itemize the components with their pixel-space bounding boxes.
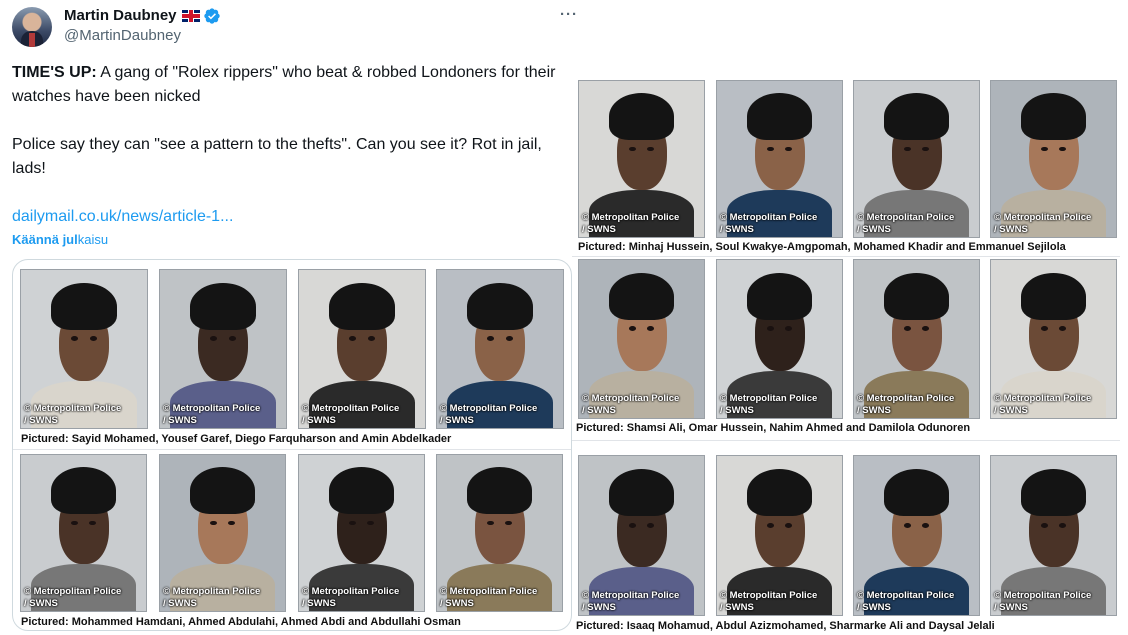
mugshot-photo[interactable]: © Metropolitan Police / SWNS [298,454,425,612]
mugshot-photo[interactable]: © Metropolitan Police / SWNS [853,259,980,419]
mugshot-photo[interactable]: © Metropolitan Police / SWNS [716,455,843,616]
caption-left-top: Pictured: Sayid Mohamed, Yousef Garef, D… [21,433,452,445]
watermark-agency: / SWNS [994,405,1028,416]
mugshot-photo[interactable]: © Metropolitan Police / SWNS [578,80,705,238]
watermark-agency: / SWNS [302,598,336,609]
watermark-source: © Metropolitan Police [302,403,400,414]
watermark-source: © Metropolitan Police [582,212,680,223]
mugshot-photo[interactable]: © Metropolitan Police / SWNS [990,259,1117,419]
mugshot-photo[interactable]: © Metropolitan Police / SWNS [853,455,980,616]
watermark-agency: / SWNS [994,224,1028,235]
watermark-source: © Metropolitan Police [720,393,818,404]
caption-left-bottom: Pictured: Mohammed Hamdani, Ahmed Abdula… [21,616,461,628]
watermark-source: © Metropolitan Police [720,212,818,223]
media-right-column[interactable]: © Metropolitan Police / SWNS © Metropolita… [572,72,1124,635]
watermark-source: © Metropolitan Police [720,590,818,601]
watermark-source: © Metropolitan Police [440,586,538,597]
watermark-agency: / SWNS [582,602,616,613]
watermark-source: © Metropolitan Police [994,212,1092,223]
watermark-source: © Metropolitan Police [440,403,538,414]
translate-post-link[interactable]: Käännä julkaisu [12,232,108,247]
mugshot-photo[interactable]: © Metropolitan Police / SWNS [990,80,1117,238]
watermark-source: © Metropolitan Police [163,403,261,414]
mugshot-photo[interactable]: © Metropolitan Police / SWNS [159,454,286,612]
uk-flag-icon [181,10,200,22]
watermark-agency: / SWNS [24,598,58,609]
mugshot-photo[interactable]: © Metropolitan Police / SWNS [298,269,426,429]
watermark-agency: / SWNS [440,415,474,426]
mugshot-photo[interactable]: © Metropolitan Police / SWNS [990,455,1117,616]
caption-right-middle: Pictured: Shamsi Ali, Omar Hussein, Nahi… [576,422,971,434]
display-name-text[interactable]: Martin Daubney [64,7,177,25]
more-options-icon[interactable]: ··· [560,6,578,23]
watermark-agency: / SWNS [582,405,616,416]
avatar[interactable] [12,7,52,47]
watermark-source: © Metropolitan Police [994,590,1092,601]
tweet-paragraph-1: TIME'S UP: A gang of "Rolex rippers" who… [12,61,572,109]
mugshot-photo[interactable]: © Metropolitan Police / SWNS [716,80,843,238]
watermark-agency: / SWNS [720,224,754,235]
watermark-source: © Metropolitan Police [857,212,955,223]
watermark-agency: / SWNS [720,405,754,416]
watermark-source: © Metropolitan Police [857,590,955,601]
caption-right-top: Pictured: Minhaj Hussein, Soul Kwakye-Am… [578,241,1066,253]
watermark-source: © Metropolitan Police [24,586,122,597]
watermark-source: © Metropolitan Police [24,403,122,414]
mugshot-photo[interactable]: © Metropolitan Police / SWNS [716,259,843,419]
watermark-agency: / SWNS [582,224,616,235]
watermark-agency: / SWNS [302,415,336,426]
watermark-source: © Metropolitan Police [994,393,1092,404]
mugshot-photo[interactable]: © Metropolitan Police / SWNS [159,269,287,429]
mugshot-photo[interactable]: © Metropolitan Police / SWNS [578,455,705,616]
watermark-source: © Metropolitan Police [163,586,261,597]
watermark-agency: / SWNS [24,415,58,426]
tweet-text: TIME'S UP: A gang of "Rolex rippers" who… [12,61,572,229]
watermark-source: © Metropolitan Police [857,393,955,404]
watermark-source: © Metropolitan Police [582,590,680,601]
watermark-agency: / SWNS [163,415,197,426]
mugshot-photo[interactable]: © Metropolitan Police / SWNS [436,454,563,612]
verified-badge-icon [203,8,220,24]
translate-rest[interactable]: kaisu [78,232,108,247]
mugshot-photo[interactable]: © Metropolitan Police / SWNS [436,269,564,429]
mugshot-photo[interactable]: © Metropolitan Police / SWNS [20,454,147,612]
watermark-agency: / SWNS [720,602,754,613]
tweet-paragraph-2: Police say they can "see a pattern to th… [12,136,542,177]
mugshot-photo[interactable]: © Metropolitan Police / SWNS [20,269,148,429]
media-card-left[interactable]: © Metropolitan Police / SWNS © Metropolita… [12,259,572,631]
translate-bold[interactable]: Käännä jul [12,232,78,247]
user-handle[interactable]: @MartinDaubney [64,27,181,44]
watermark-source: © Metropolitan Police [582,393,680,404]
display-name[interactable]: Martin Daubney [64,7,221,25]
watermark-agency: / SWNS [994,602,1028,613]
watermark-source: © Metropolitan Police [302,586,400,597]
watermark-agency: / SWNS [440,598,474,609]
caption-right-bottom: Pictured: Isaaq Mohamud, Abdul Azizmoham… [576,620,995,632]
watermark-agency: / SWNS [163,598,197,609]
watermark-agency: / SWNS [857,224,891,235]
watermark-agency: / SWNS [857,405,891,416]
mugshot-photo[interactable]: © Metropolitan Police / SWNS [578,259,705,419]
article-link[interactable]: dailymail.co.uk/news/article-1... [12,208,233,225]
watermark-agency: / SWNS [857,602,891,613]
mugshot-photo[interactable]: © Metropolitan Police / SWNS [853,80,980,238]
tweet-bold-lead: TIME'S UP: [12,64,97,81]
